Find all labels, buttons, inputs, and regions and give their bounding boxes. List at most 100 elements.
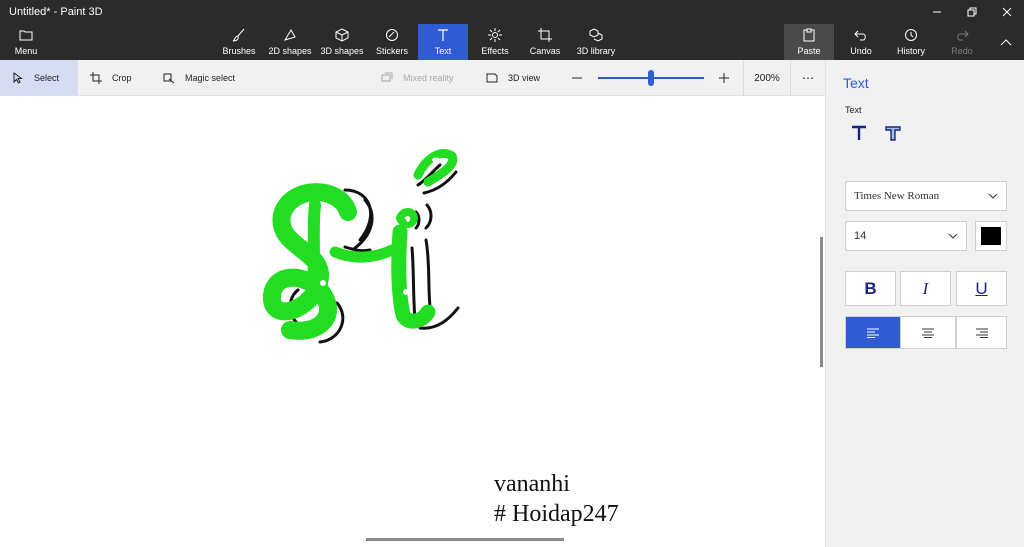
cursor-icon	[13, 72, 24, 84]
tool-label: Text	[434, 46, 452, 56]
bold-button[interactable]: B	[845, 271, 896, 306]
secondary-toolbar: Select Crop Magic select Mixed reality 3…	[0, 60, 825, 96]
history-button[interactable]: History	[894, 24, 928, 60]
2d-shapes-icon	[283, 29, 296, 41]
history-label: History	[896, 46, 925, 56]
font-family-dropdown[interactable]: Times New Roman	[845, 181, 1007, 211]
paste-label: Paste	[797, 46, 821, 56]
canvas-workspace[interactable]: vananhi # Hoidap247	[0, 97, 825, 547]
align-left-icon	[867, 328, 879, 338]
chevron-down-icon	[988, 193, 998, 199]
crop-icon	[90, 72, 102, 84]
tool-label: Effects	[481, 46, 509, 56]
tool-label: 3D shapes	[320, 46, 364, 56]
zoom-percentage[interactable]: 200%	[743, 60, 791, 96]
paste-button[interactable]: Paste	[784, 24, 834, 60]
chevron-down-icon	[948, 233, 958, 239]
text-color-picker[interactable]	[975, 221, 1007, 251]
redo-icon	[957, 30, 969, 41]
3d-view-icon	[486, 73, 498, 83]
3d-view-label: 3D view	[508, 73, 541, 83]
undo-icon	[854, 30, 866, 41]
align-left-button[interactable]	[845, 316, 901, 349]
3d-text-icon	[885, 126, 901, 141]
menu-button[interactable]: Menu	[8, 24, 44, 60]
title-bar: Untitled* - Paint 3D	[0, 0, 1024, 24]
minimize-button[interactable]	[920, 0, 954, 24]
tool-text[interactable]: Text	[418, 24, 468, 60]
tool-label: Brushes	[222, 46, 256, 56]
undo-label: Undo	[850, 46, 872, 56]
mixed-reality-label: Mixed reality	[403, 73, 454, 83]
chevron-up-icon	[1000, 39, 1012, 46]
canvas-text-line: vananhi	[494, 471, 570, 497]
zoom-in-button[interactable]	[718, 60, 740, 96]
horizontal-scrollbar[interactable]	[366, 538, 564, 541]
2d-text-icon	[852, 125, 866, 140]
align-right-icon	[975, 328, 988, 338]
mixed-reality-icon	[381, 72, 393, 82]
folder-icon	[19, 30, 33, 41]
crop-button[interactable]: Crop	[90, 60, 132, 96]
tool-brushes[interactable]: Brushes	[220, 24, 258, 60]
tool-stickers[interactable]: Stickers	[374, 24, 410, 60]
effects-icon	[488, 28, 502, 42]
italic-button[interactable]: I	[900, 271, 951, 306]
font-size-value: 14	[854, 230, 867, 242]
canvas-text-line: # Hoidap247	[494, 501, 619, 527]
tool-3d-library[interactable]: 3D library	[574, 24, 618, 60]
vertical-scrollbar[interactable]	[820, 237, 823, 367]
tool-label: Stickers	[375, 46, 408, 56]
3d-view-button[interactable]: 3D view	[486, 60, 540, 96]
font-size-dropdown[interactable]: 14	[845, 221, 967, 251]
history-icon	[905, 29, 917, 41]
mixed-reality-button[interactable]: Mixed reality	[381, 60, 454, 96]
zoom-slider-thumb[interactable]	[648, 70, 654, 86]
canvas-text-box[interactable]: vananhi # Hoidap247	[494, 469, 619, 529]
plus-icon	[719, 73, 729, 83]
magic-select-button[interactable]: Magic select	[163, 60, 235, 96]
brush-icon	[232, 28, 245, 42]
underline-button[interactable]: U	[956, 271, 1007, 306]
align-center-icon	[922, 328, 934, 338]
zoom-out-button[interactable]	[571, 60, 593, 96]
ellipsis-icon: ⋯	[802, 71, 814, 85]
more-options-button[interactable]: ⋯	[802, 60, 814, 96]
tool-canvas[interactable]: Canvas	[528, 24, 562, 60]
main-toolbar: Menu Brushes 2D shapes 3D shapes Sticker…	[0, 24, 1024, 60]
redo-label: Redo	[951, 46, 973, 56]
close-button[interactable]	[990, 0, 1024, 24]
window-title: Untitled* - Paint 3D	[9, 6, 103, 18]
canvas-icon	[538, 28, 552, 42]
restore-button[interactable]	[955, 0, 989, 24]
3d-text-button[interactable]	[882, 122, 904, 144]
collapse-toolbar-button[interactable]	[994, 24, 1018, 60]
align-center-button[interactable]	[900, 316, 956, 349]
3d-library-icon	[589, 28, 603, 42]
text-side-panel: Text Text Times New Roman 14 B I U	[825, 60, 1024, 547]
drawing-layer	[263, 149, 460, 344]
crop-label: Crop	[112, 73, 132, 83]
tool-2d-shapes[interactable]: 2D shapes	[268, 24, 312, 60]
color-swatch	[981, 227, 1001, 245]
redo-button[interactable]: Redo	[948, 24, 976, 60]
paste-icon	[803, 28, 815, 42]
tool-label: Canvas	[529, 46, 561, 56]
panel-title: Text	[843, 75, 869, 91]
select-button[interactable]: Select	[0, 60, 78, 96]
minus-icon	[572, 77, 582, 79]
tool-label: 2D shapes	[268, 46, 312, 56]
undo-button[interactable]: Undo	[846, 24, 876, 60]
magic-select-label: Magic select	[185, 73, 236, 83]
menu-label: Menu	[14, 46, 38, 56]
align-right-button[interactable]	[956, 316, 1007, 349]
tool-3d-shapes[interactable]: 3D shapes	[320, 24, 364, 60]
restore-icon	[967, 7, 977, 17]
2d-text-button[interactable]	[848, 122, 870, 144]
panel-subtitle: Text	[845, 105, 862, 115]
3d-shapes-icon	[335, 28, 349, 42]
minimize-icon	[933, 11, 941, 13]
select-label: Select	[34, 73, 60, 83]
tool-effects[interactable]: Effects	[478, 24, 512, 60]
font-family-value: Times New Roman	[854, 190, 940, 202]
